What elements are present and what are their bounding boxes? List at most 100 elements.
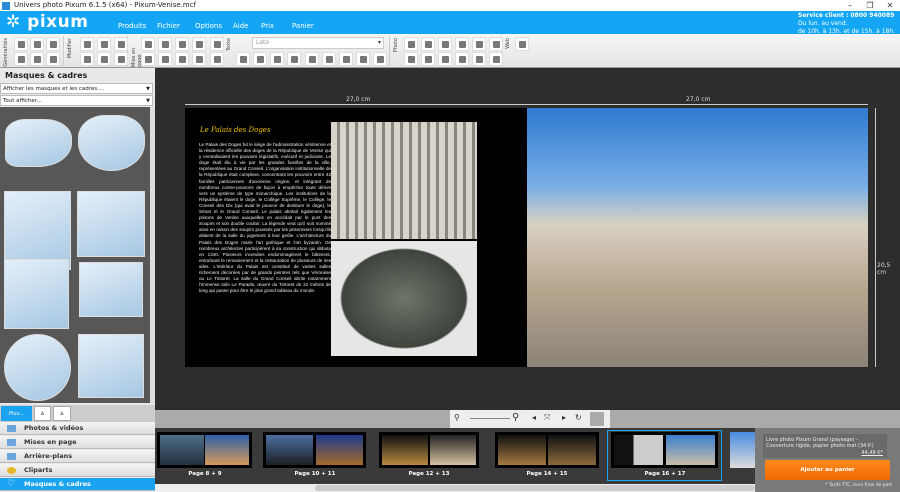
left-page[interactable]: Le Palais des Doges Le Palais des Doges … xyxy=(185,108,527,367)
photo-arcades[interactable] xyxy=(331,122,477,239)
filter-value: Afficher les masques et les cadres.... xyxy=(3,86,105,92)
menu-photos-videos[interactable]: Photos & vidéos xyxy=(0,422,155,435)
nav-panier[interactable]: Panier xyxy=(292,22,314,30)
thumb-label: Page 12 + 13 xyxy=(408,471,450,477)
toolbar-tool-icon[interactable] xyxy=(210,52,224,66)
toolbar-tool-icon[interactable] xyxy=(141,52,155,66)
toolbar-tool-icon[interactable] xyxy=(192,52,206,66)
toolbar-tool-icon[interactable] xyxy=(322,52,336,66)
toolbar-tool-icon[interactable] xyxy=(404,52,418,66)
toolbar-tool-icon[interactable] xyxy=(421,37,435,51)
toolbar-tool-icon[interactable] xyxy=(421,52,435,66)
thumb-page-10-11[interactable] xyxy=(263,432,366,468)
toolbar-tool-icon[interactable] xyxy=(339,52,353,66)
zoom-out-icon[interactable]: ⚲ xyxy=(454,413,460,422)
toolbar-tool-icon[interactable] xyxy=(175,52,189,66)
toolbar-tool-icon[interactable] xyxy=(175,37,189,51)
mask-category-filter[interactable]: Tout afficher... ▼ xyxy=(0,95,153,106)
toolbar-tool-icon[interactable] xyxy=(455,52,469,66)
toolbar-tool-icon[interactable] xyxy=(158,37,172,51)
background-icon xyxy=(7,453,16,460)
tab-plus[interactable]: Plus... xyxy=(1,406,32,421)
toolbar-tool-icon[interactable] xyxy=(192,37,206,51)
mask-frame[interactable] xyxy=(78,334,144,398)
photo-well-head[interactable] xyxy=(331,241,477,356)
close-button[interactable]: ✕ xyxy=(880,0,900,11)
toolbar-tool-icon[interactable] xyxy=(80,37,94,51)
toolbar-tool-icon[interactable] xyxy=(489,52,503,66)
right-page-photo[interactable] xyxy=(527,108,868,367)
mask-africa[interactable] xyxy=(78,115,145,171)
toolbar-tool-icon[interactable] xyxy=(14,37,28,51)
zoom-slider[interactable] xyxy=(470,418,510,419)
rotate-icon[interactable]: ↻ xyxy=(575,413,582,422)
toolbar-tool-icon[interactable] xyxy=(404,37,418,51)
toolbar-tool-icon[interactable] xyxy=(305,52,319,66)
toolbar-tool-icon[interactable] xyxy=(373,52,387,66)
toolbar-tool-icon[interactable] xyxy=(287,52,301,66)
toolbar-tool-icon[interactable] xyxy=(236,52,250,66)
fit-screen-icon[interactable]: ⤧ xyxy=(544,413,550,423)
toolbar-tool-icon[interactable] xyxy=(210,37,224,51)
maximize-button[interactable]: ❐ xyxy=(860,0,880,11)
toolbar-tool-icon[interactable] xyxy=(270,52,284,66)
mask-gallery xyxy=(0,107,150,403)
toolbar-tool-icon[interactable] xyxy=(438,37,452,51)
thumb-next[interactable] xyxy=(730,432,755,468)
toolbar-tool-icon[interactable] xyxy=(14,52,28,66)
thumb-page-8-9[interactable] xyxy=(157,432,252,468)
next-page-icon[interactable]: ▸ xyxy=(562,413,566,422)
thumb-label: Page 16 + 17 xyxy=(644,471,686,477)
page-text-block[interactable]: Le Palais des Doges fut le siège de l'ad… xyxy=(199,142,331,294)
toolbar-tool-icon[interactable] xyxy=(438,52,452,66)
nav-options[interactable]: Options xyxy=(195,22,222,30)
nav-prix[interactable]: Prix xyxy=(261,22,274,30)
mask-frame[interactable] xyxy=(4,259,69,329)
filmstrip-scrollbar[interactable] xyxy=(155,484,755,492)
mask-frame[interactable] xyxy=(79,262,143,317)
toolbar-tool-icon[interactable] xyxy=(356,52,370,66)
toolbar-tool-icon[interactable] xyxy=(455,37,469,51)
nav-aide[interactable]: Aide xyxy=(233,22,248,30)
add-to-cart-button[interactable]: Ajouter au panier xyxy=(765,460,890,480)
prev-page-icon[interactable]: ◂ xyxy=(532,413,536,422)
toolbar-tool-icon[interactable] xyxy=(80,52,94,66)
toolbar-tool-icon[interactable] xyxy=(472,52,486,66)
mask-australia[interactable] xyxy=(5,119,72,167)
toolbar-tool-icon[interactable] xyxy=(97,52,111,66)
mask-frame[interactable] xyxy=(77,191,145,257)
menu-masques-cadres[interactable]: ♡ Masques & cadres xyxy=(0,478,155,491)
ruler-height-label: 20,5 cm xyxy=(877,262,891,276)
toolbar-tool-icon[interactable] xyxy=(489,37,503,51)
toolbar-tool-icon[interactable] xyxy=(472,37,486,51)
menu-arriere-plans[interactable]: Arrière-plans xyxy=(0,450,155,463)
toolbar-tool-icon[interactable] xyxy=(30,52,44,66)
toolbar-tool-icon[interactable] xyxy=(253,52,267,66)
tab-user-icon[interactable]: ♙ xyxy=(34,406,51,421)
toolbar-tool-icon[interactable] xyxy=(515,37,529,51)
nav-produits[interactable]: Produits xyxy=(118,22,146,30)
toolbar-tool-icon[interactable] xyxy=(141,37,155,51)
product-price[interactable]: 44,49 €* xyxy=(861,450,883,456)
nav-fichier[interactable]: Fichier xyxy=(157,22,180,30)
mask-type-filter[interactable]: Afficher les masques et les cadres.... ▼ xyxy=(0,83,153,94)
thumb-page-12-13[interactable] xyxy=(379,432,479,468)
toolbar-tool-icon[interactable] xyxy=(158,52,172,66)
menu-mises-en-page[interactable]: Mises en page xyxy=(0,436,155,449)
filmstrip-toggle-icon[interactable] xyxy=(590,412,604,426)
thumb-page-16-17[interactable] xyxy=(611,432,718,468)
font-select[interactable]: Lato ▾ xyxy=(252,37,384,49)
toolbar-tool-icon[interactable] xyxy=(97,37,111,51)
zoom-in-icon[interactable]: ⚲ xyxy=(512,412,519,423)
menu-cliparts[interactable]: Cliparts xyxy=(0,464,155,477)
minimize-button[interactable]: – xyxy=(840,0,860,11)
page-heading[interactable]: Le Palais des Doges xyxy=(200,126,271,134)
toolbar-tool-icon[interactable] xyxy=(114,37,128,51)
toolbar-tool-icon[interactable] xyxy=(114,52,128,66)
toolbar-tool-icon[interactable] xyxy=(30,37,44,51)
toolbar-tool-icon[interactable] xyxy=(46,37,60,51)
tab-user-settings-icon[interactable]: ♙ xyxy=(53,406,71,421)
toolbar-tool-icon[interactable] xyxy=(46,52,60,66)
thumb-page-14-15[interactable] xyxy=(495,432,599,468)
mask-circle[interactable] xyxy=(4,334,71,401)
